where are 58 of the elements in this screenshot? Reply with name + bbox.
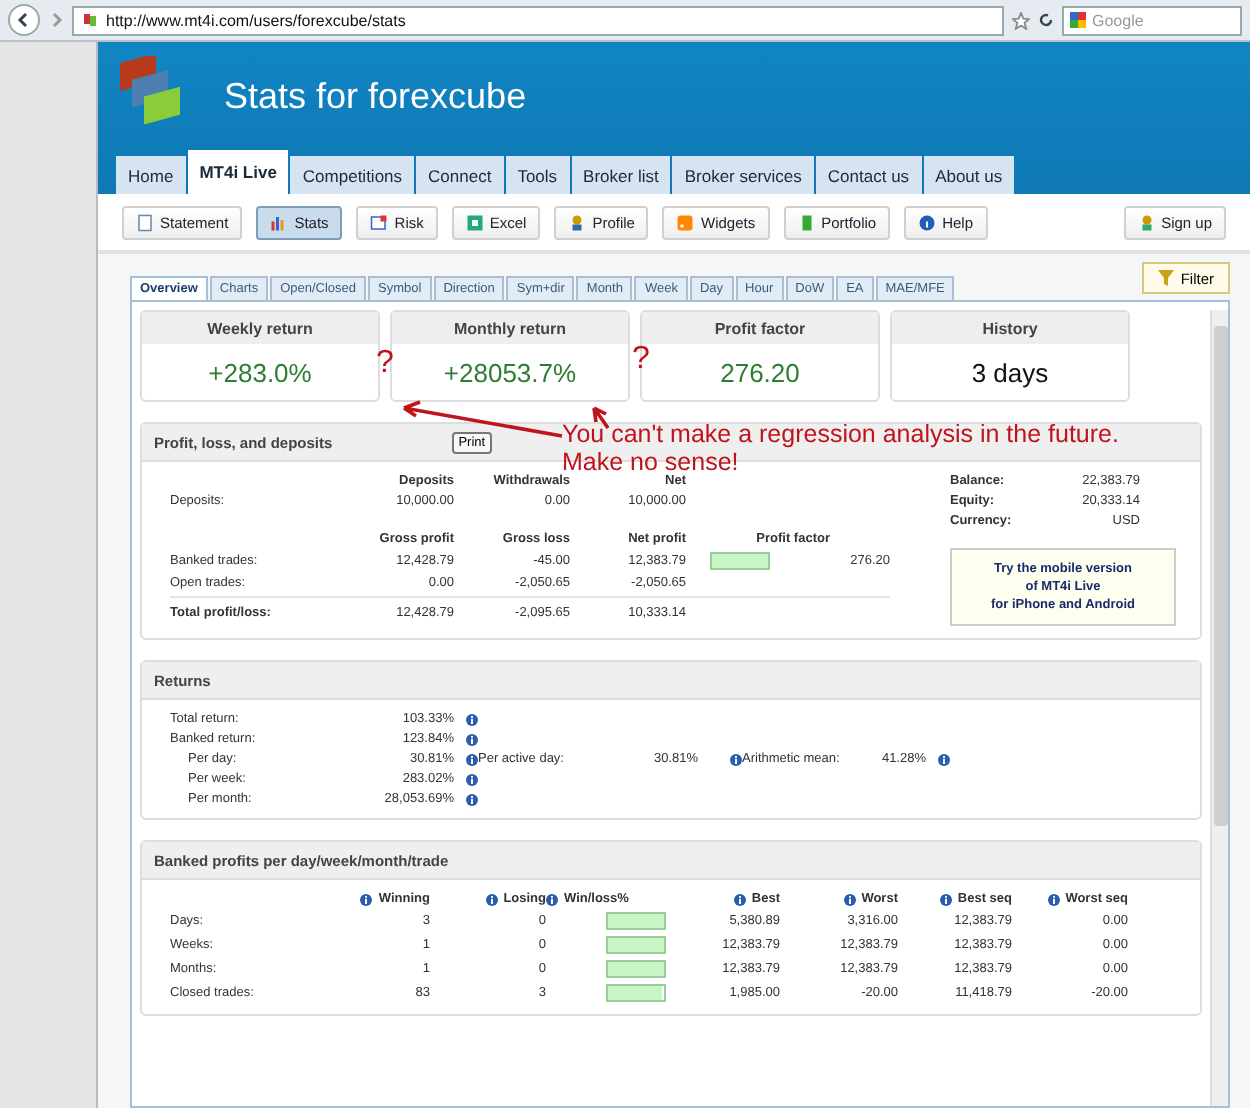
info-icon[interactable]: [466, 773, 478, 785]
win-loss-bar: [606, 960, 666, 978]
info-icon[interactable]: [466, 753, 478, 765]
document-icon: [136, 213, 154, 231]
nav-tab[interactable]: About us: [923, 156, 1015, 194]
funnel-icon: [1158, 270, 1175, 286]
card-value: 276.20: [720, 357, 800, 387]
person-icon: [1137, 213, 1156, 231]
nav-tab[interactable]: Competitions: [290, 156, 415, 194]
question-mark: ?: [376, 346, 394, 382]
card-value: +28053.7%: [443, 357, 577, 387]
nav-tab[interactable]: Contact us: [815, 156, 922, 194]
book-icon: [797, 213, 816, 231]
info-icon[interactable]: [546, 893, 558, 905]
info-icon[interactable]: [730, 753, 742, 765]
info-icon[interactable]: [938, 753, 950, 765]
info-icon[interactable]: [485, 893, 498, 905]
card-value: +283.0%: [208, 357, 312, 387]
chart-icon: [370, 213, 389, 231]
annotation-text: You can't make a regression analysis in the future.: [562, 420, 1119, 448]
card-title: Monthly return: [454, 319, 566, 337]
info-icon[interactable]: [733, 893, 746, 905]
card-title: Weekly return: [207, 319, 313, 337]
info-icon[interactable]: [939, 893, 952, 905]
card-value: 3 days: [971, 357, 1049, 387]
card-title: History: [982, 319, 1038, 337]
info-icon[interactable]: [466, 793, 478, 805]
nav-tab[interactable]: Broker services: [672, 156, 814, 194]
spreadsheet-icon: [465, 213, 484, 231]
info-icon[interactable]: [1047, 893, 1060, 905]
star-icon[interactable]: [1012, 11, 1030, 29]
win-loss-bar: [606, 984, 666, 1002]
back-button[interactable]: [8, 4, 40, 36]
nav-tab[interactable]: Home: [116, 156, 186, 194]
search-engine-icon[interactable]: [1070, 12, 1086, 28]
nav-tab[interactable]: MT4i Live: [187, 150, 289, 194]
site-icon: [82, 12, 98, 28]
info-icon: [918, 213, 937, 231]
person-icon: [568, 213, 587, 231]
annotation-text: Make no sense!: [562, 448, 739, 476]
card-title: Profit factor: [714, 319, 806, 337]
site-title: Stats for forexcube: [224, 75, 527, 117]
bar-chart-icon: [270, 213, 289, 231]
feed-icon: [676, 213, 695, 231]
info-icon[interactable]: [360, 893, 373, 905]
win-loss-bar: [710, 552, 770, 570]
info-icon[interactable]: [466, 733, 478, 745]
win-loss-bar: [606, 936, 666, 954]
info-icon[interactable]: [466, 713, 478, 725]
win-loss-bar: [606, 912, 666, 930]
info-icon[interactable]: [843, 893, 856, 905]
address-field[interactable]: http://www.mt4i.com/users/forexcube/stats: [72, 5, 1004, 35]
nav-tab[interactable]: Connect: [416, 156, 504, 194]
scroll-bar[interactable]: [1210, 310, 1228, 1106]
question-mark: ?: [632, 342, 650, 378]
reload-icon[interactable]: [1038, 12, 1054, 28]
nav-tab[interactable]: Broker list: [571, 156, 671, 194]
nav-tab[interactable]: Tools: [505, 156, 570, 194]
